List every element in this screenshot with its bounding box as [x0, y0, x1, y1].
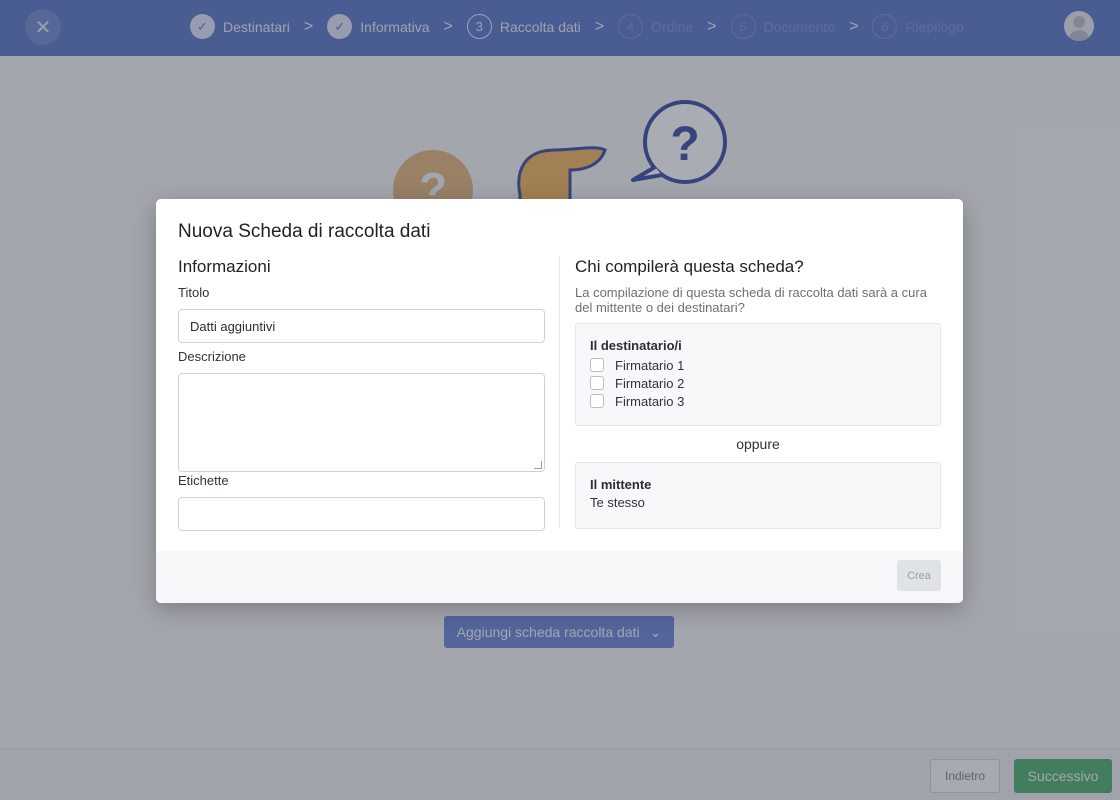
title-input-value: Datti aggiuntivi — [190, 318, 276, 334]
tags-input[interactable] — [178, 497, 545, 531]
checkbox[interactable] — [590, 394, 604, 408]
recipient-label: Firmatario 1 — [615, 357, 685, 373]
recipients-title: Il destinatario/i — [590, 338, 682, 353]
sender-title: Il mittente — [590, 477, 652, 492]
column-divider — [559, 257, 560, 528]
title-input[interactable]: Datti aggiuntivi — [178, 309, 545, 343]
recipient-label: Firmatario 3 — [615, 393, 685, 409]
tags-label: Etichette — [178, 473, 229, 488]
modal-footer: Crea — [156, 551, 963, 603]
recipient-option[interactable]: Firmatario 3 — [590, 392, 926, 410]
info-section-title: Informazioni — [178, 257, 271, 276]
create-button[interactable]: Crea — [897, 560, 941, 591]
sender-box[interactable]: Il mittente Te stesso — [575, 462, 941, 529]
or-label: oppure — [736, 436, 780, 452]
resize-handle-icon[interactable] — [534, 461, 542, 469]
sender-value: Te stesso — [590, 495, 645, 510]
description-textarea[interactable] — [178, 373, 545, 472]
description-label: Descrizione — [178, 349, 246, 364]
recipient-option[interactable]: Firmatario 2 — [590, 374, 926, 392]
info-column: Informazioni Titolo Datti aggiuntivi Des… — [178, 257, 545, 531]
checkbox[interactable] — [590, 358, 604, 372]
title-label: Titolo — [178, 285, 210, 300]
compiler-section-title: Chi compilerà questa scheda? — [575, 257, 804, 276]
recipient-option[interactable]: Firmatario 1 — [590, 356, 926, 374]
recipient-label: Firmatario 2 — [615, 375, 685, 391]
checkbox[interactable] — [590, 376, 604, 390]
new-data-sheet-modal: Nuova Scheda di raccolta dati Informazio… — [156, 199, 963, 603]
recipients-box: Il destinatario/i Firmatario 1 Firmatari… — [575, 323, 941, 426]
compiler-column: Chi compilerà questa scheda? La compilaz… — [575, 257, 941, 529]
modal-title: Nuova Scheda di raccolta dati — [178, 221, 431, 242]
compiler-description: La compilazione di questa scheda di racc… — [575, 285, 927, 315]
